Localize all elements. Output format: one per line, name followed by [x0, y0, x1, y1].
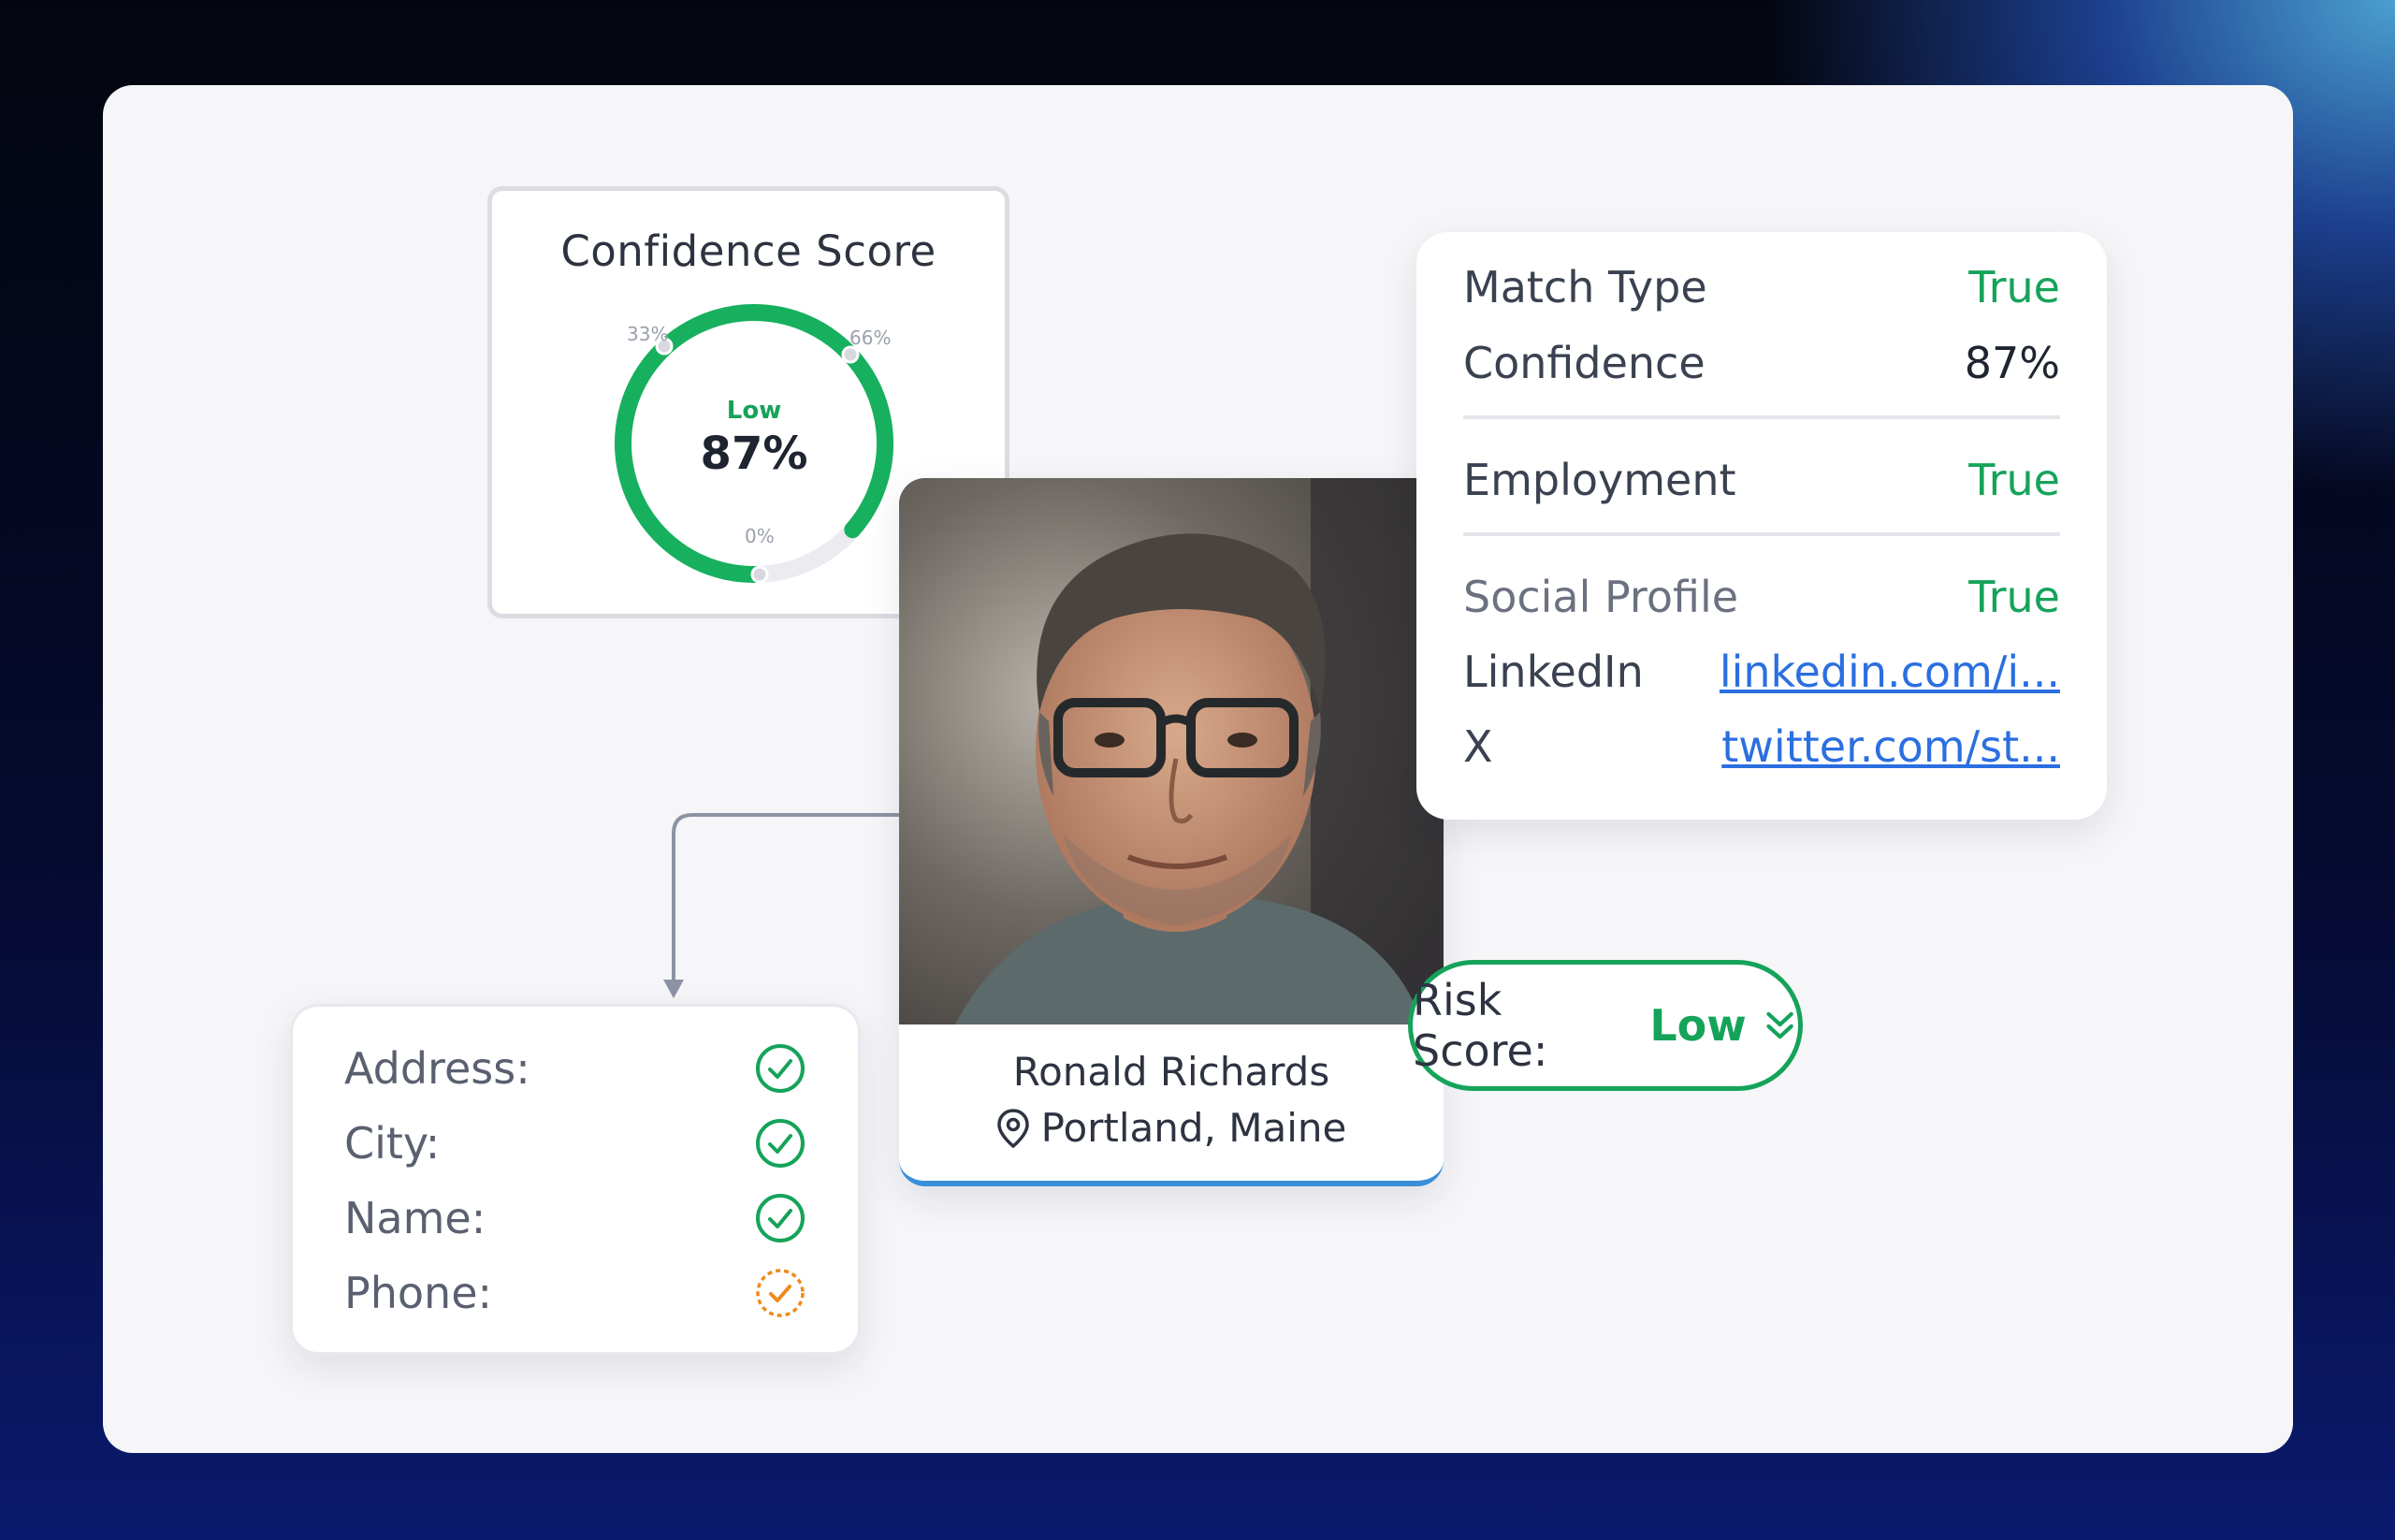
gauge-tick-0: 0%: [745, 525, 775, 547]
divider: [1463, 532, 2060, 536]
double-chevron-down-icon: [1766, 1011, 1793, 1039]
confidence-row: Confidence 87%: [1463, 338, 2060, 388]
social-profile-value: True: [1968, 572, 2060, 622]
divider: [1463, 415, 2060, 419]
gauge-tick-33: 33%: [627, 323, 668, 345]
social-profile-row: Social Profile True: [1463, 572, 2060, 622]
risk-score-value: Low: [1649, 1000, 1747, 1051]
confidence-gauge: 33% 66% 0% Low 87%: [615, 304, 893, 584]
profile-card[interactable]: Ronald Richards Portland, Maine: [899, 478, 1444, 1186]
confidence-value: 87%: [1964, 338, 2060, 388]
profile-name: Ronald Richards: [1012, 1049, 1330, 1095]
x-label: X: [1463, 721, 1493, 772]
checklist-label: Address:: [344, 1043, 530, 1094]
checklist-label: Phone:: [344, 1268, 492, 1318]
main-panel: Confidence Score 33% 66% 0% Low 87% Rona…: [103, 85, 2293, 1453]
checklist-row-address: Address:: [344, 1042, 806, 1095]
checklist-row-city: City:: [344, 1117, 806, 1170]
confidence-label: Confidence: [1463, 338, 1706, 388]
verification-checklist-card: Address: City: Name: Phone:: [290, 1004, 861, 1355]
check-circle-icon: [756, 1194, 805, 1242]
risk-score-label: Risk Score:: [1413, 975, 1548, 1076]
checklist-row-name: Name:: [344, 1192, 806, 1244]
social-profile-label: Social Profile: [1463, 572, 1739, 622]
checklist-row-phone: Phone:: [344, 1267, 806, 1319]
gauge-level: Low: [727, 397, 781, 425]
match-type-value: True: [1968, 262, 2060, 312]
employment-value: True: [1968, 455, 2060, 505]
employment-label: Employment: [1463, 455, 1736, 505]
connector-line: [663, 813, 907, 998]
map-pin-icon: [996, 1108, 1029, 1148]
check-circle-icon: [756, 1044, 805, 1093]
profile-location-row: Portland, Maine: [899, 1105, 1444, 1151]
dashed-check-circle-icon: [756, 1269, 805, 1317]
gauge-marker-66: [841, 345, 860, 364]
risk-score-pill[interactable]: Risk Score: Low: [1408, 960, 1803, 1091]
linkedin-row: LinkedIn linkedin.com/i...: [1463, 647, 2060, 697]
check-circle-icon: [756, 1119, 805, 1168]
gauge-tick-66: 66%: [849, 327, 891, 349]
gauge-value: 87%: [701, 428, 808, 480]
profile-photo: [899, 478, 1444, 1024]
employment-row: Employment True: [1463, 455, 2060, 505]
linkedin-label: LinkedIn: [1463, 647, 1644, 697]
match-details-card: Match Type True Confidence 87% Employmen…: [1416, 232, 2107, 820]
match-type-label: Match Type: [1463, 262, 1707, 312]
match-type-row: Match Type True: [1463, 262, 2060, 312]
checklist-label: City:: [344, 1118, 441, 1169]
checklist-label: Name:: [344, 1193, 486, 1243]
x-row: X twitter.com/st...: [1463, 721, 2060, 772]
gauge-marker-0: [750, 565, 769, 584]
profile-location: Portland, Maine: [1040, 1105, 1347, 1151]
linkedin-link[interactable]: linkedin.com/i...: [1720, 647, 2060, 697]
confidence-score-title: Confidence Score: [560, 226, 936, 276]
x-link[interactable]: twitter.com/st...: [1721, 721, 2060, 772]
